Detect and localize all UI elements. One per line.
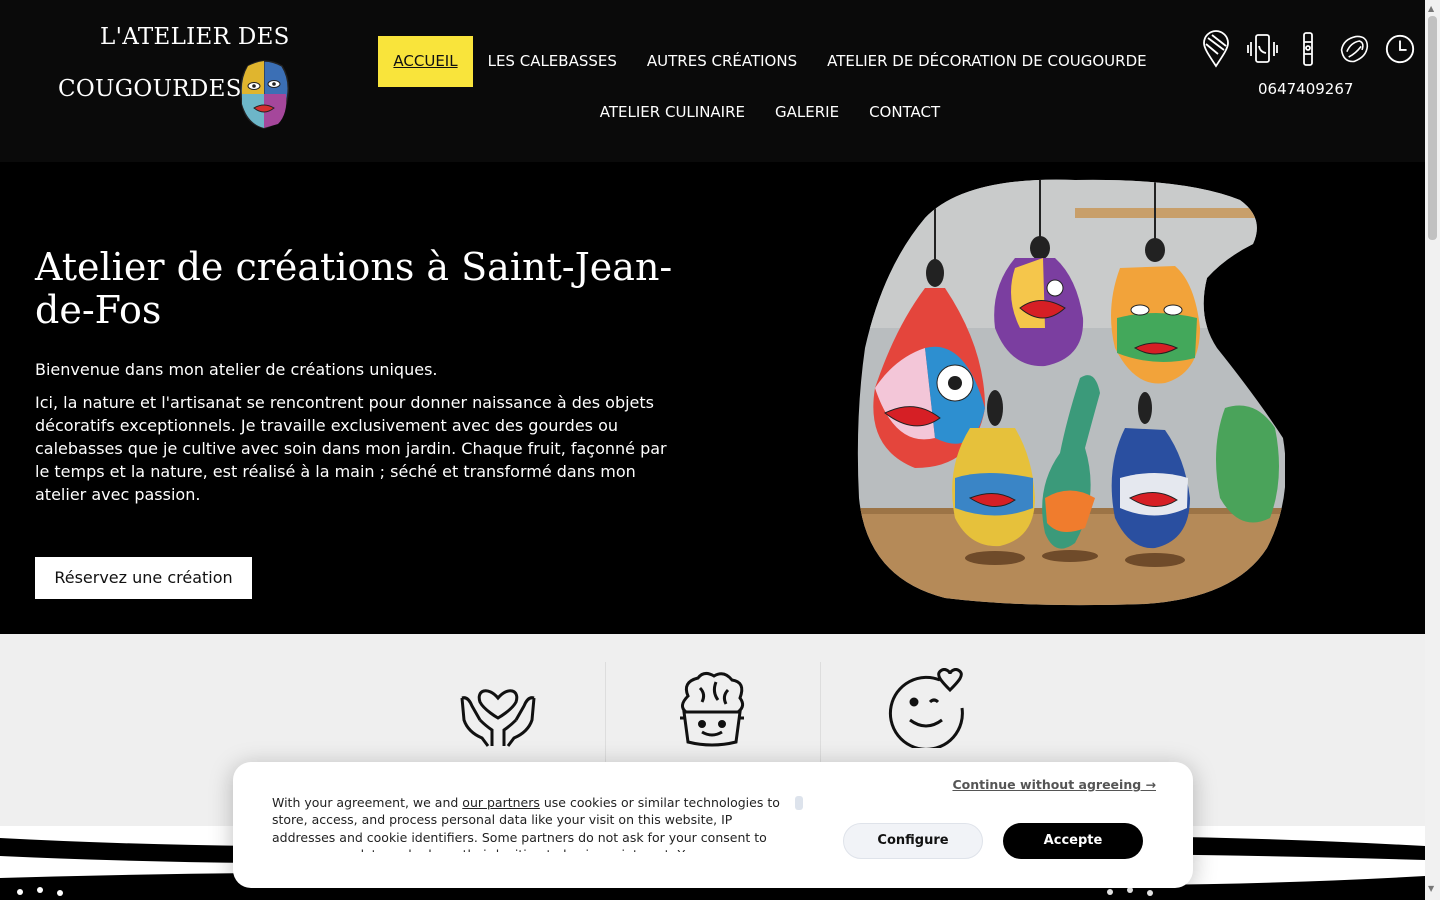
nav-item-contact[interactable]: CONTACT bbox=[854, 87, 955, 138]
reserve-creation-button[interactable]: Réservez une création bbox=[35, 557, 252, 599]
phone-number[interactable]: 0647409267 bbox=[1258, 80, 1353, 98]
hero-title: Atelier de créations à Saint-Jean-de-Fos bbox=[35, 245, 673, 332]
hero-intro: Bienvenue dans mon atelier de créations … bbox=[35, 360, 438, 379]
tripadvisor-icon[interactable] bbox=[1338, 30, 1370, 68]
page: L'ATELIER DES COUGOURDES ACCUEIL LES CAL… bbox=[0, 0, 1425, 900]
cookie-text-scrollbar[interactable] bbox=[795, 796, 803, 810]
configure-button[interactable]: Configure bbox=[843, 823, 983, 859]
main-nav: ACCUEIL LES CALEBASSES AUTRES CRÉATIONS … bbox=[360, 36, 1180, 138]
nav-item-atelier-culinaire[interactable]: ATELIER CULINAIRE bbox=[585, 87, 760, 138]
scrollbar-thumb[interactable] bbox=[1428, 16, 1437, 240]
logo-mask-icon[interactable] bbox=[238, 58, 290, 130]
accept-button[interactable]: Accepte bbox=[1003, 823, 1143, 859]
clock-icon[interactable] bbox=[1384, 30, 1416, 68]
scroll-down-arrow-icon[interactable]: ▼ bbox=[1428, 884, 1434, 893]
nav-item-les-calebasses[interactable]: LES CALEBASSES bbox=[473, 36, 632, 87]
map-pin-icon[interactable] bbox=[1200, 30, 1232, 68]
cookie-consent-text: With your agreement, we and our partners… bbox=[272, 794, 797, 852]
smiley-heart-icon bbox=[888, 668, 964, 748]
hero-description: Ici, la nature et l'artisanat se rencont… bbox=[35, 393, 667, 504]
our-partners-link[interactable]: our partners bbox=[462, 795, 540, 810]
hero-gourds-image bbox=[857, 179, 1285, 606]
phone-icon[interactable] bbox=[1246, 30, 1278, 68]
header-icon-bar bbox=[1200, 30, 1416, 68]
logo-text-line1[interactable]: L'ATELIER DES bbox=[100, 24, 290, 50]
cookie-text-before: With your agreement, we and bbox=[272, 795, 463, 810]
hero-section: Atelier de créations à Saint-Jean-de-Fos… bbox=[0, 162, 1425, 634]
continue-without-agreeing-link[interactable]: Continue without agreeing → bbox=[952, 777, 1156, 792]
instagram-icon[interactable] bbox=[1292, 30, 1324, 68]
feature-divider bbox=[820, 662, 821, 762]
nav-item-autres-creations[interactable]: AUTRES CRÉATIONS bbox=[632, 36, 812, 87]
nav-item-atelier-decoration[interactable]: ATELIER DE DÉCORATION DE COUGOURDE bbox=[812, 36, 1162, 87]
logo-text-line2[interactable]: COUGOURDES bbox=[58, 76, 242, 102]
brain-pot-icon bbox=[680, 671, 745, 747]
page-scrollbar[interactable]: ▲ ▼ bbox=[1425, 0, 1440, 900]
nav-item-galerie[interactable]: GALERIE bbox=[760, 87, 854, 138]
site-header: L'ATELIER DES COUGOURDES ACCUEIL LES CAL… bbox=[0, 0, 1425, 162]
nav-item-accueil[interactable]: ACCUEIL bbox=[378, 36, 473, 87]
feature-divider bbox=[605, 662, 606, 762]
hands-heart-icon bbox=[460, 689, 536, 747]
cookie-consent-dialog: With your agreement, we and our partners… bbox=[233, 762, 1193, 888]
scroll-up-arrow-icon[interactable]: ▲ bbox=[1428, 4, 1434, 13]
